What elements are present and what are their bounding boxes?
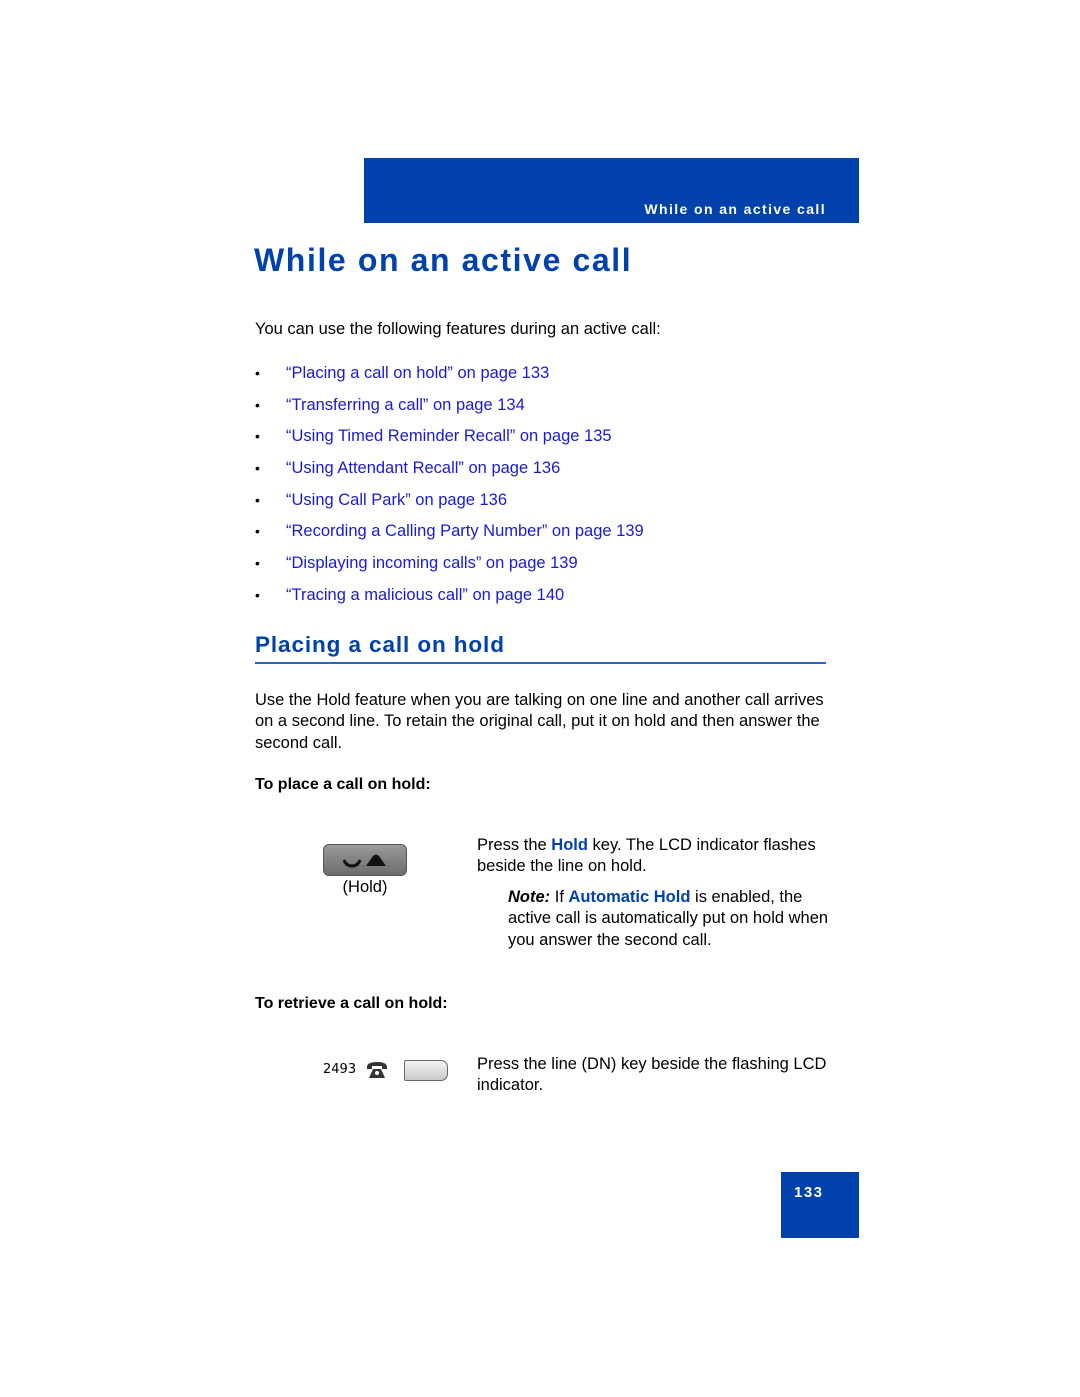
telephone-icon — [366, 1060, 388, 1085]
retrieve-hold-step: Press the line (DN) key beside the flash… — [477, 1055, 827, 1095]
list-item: • “Using Call Park” on page 136 — [255, 489, 644, 521]
list-item: • “Using Attendant Recall” on page 136 — [255, 457, 644, 489]
link-placing-call-on-hold[interactable]: “Placing a call on hold” on page 133 — [286, 362, 549, 394]
list-item: • “Placing a call on hold” on page 133 — [255, 362, 644, 394]
line-dn-key-icon — [404, 1060, 448, 1081]
bullet-icon: • — [255, 523, 260, 540]
place-hold-heading: To place a call on hold: — [255, 776, 431, 793]
bullet-icon: • — [255, 586, 260, 603]
bullet-icon: • — [255, 460, 260, 477]
list-item: • “Recording a Calling Party Number” on p… — [255, 520, 644, 552]
list-item: • “Displaying incoming calls” on page 139 — [255, 552, 644, 584]
list-item: • “Using Timed Reminder Recall” on page 1… — [255, 425, 644, 457]
list-item: • “Transferring a call” on page 134 — [255, 394, 644, 426]
place-hold-step: Press the Hold key. The LCD indicator fl… — [477, 836, 816, 876]
link-displaying-incoming-calls[interactable]: “Displaying incoming calls” on page 139 — [286, 552, 578, 584]
note-label: Note: — [508, 888, 551, 906]
dn-number: 2493 — [323, 1062, 357, 1077]
bullet-icon: • — [255, 491, 260, 508]
page-title: While on an active call — [254, 242, 633, 278]
list-item: • “Tracing a malicious call” on page 140 — [255, 584, 644, 616]
running-title: While on an active call — [644, 201, 826, 217]
header-band: While on an active call — [364, 158, 859, 223]
hold-key-caption: (Hold) — [342, 878, 388, 896]
bullet-icon: • — [255, 396, 260, 413]
retrieve-hold-heading: To retrieve a call on hold: — [255, 995, 448, 1012]
link-recording-calling-party-number[interactable]: “Recording a Calling Party Number” on pa… — [286, 520, 644, 552]
page-number-box: 133 — [781, 1172, 859, 1238]
hold-key-icon — [323, 844, 407, 876]
feature-link-list: • “Placing a call on hold” on page 133 • “… — [255, 362, 644, 616]
hold-key-name: Hold — [551, 836, 588, 854]
page-number: 133 — [794, 1184, 824, 1201]
section-title: Placing a call on hold — [255, 632, 505, 657]
bullet-icon: • — [255, 365, 260, 381]
automatic-hold-note: Note: If Automatic Hold is enabled, the … — [508, 888, 829, 949]
automatic-hold-feature: Automatic Hold — [568, 888, 691, 906]
intro-text: You can use the following features durin… — [255, 320, 661, 338]
link-tracing-malicious-call[interactable]: “Tracing a malicious call” on page 140 — [286, 584, 564, 616]
section-paragraph: Use the Hold feature when you are talkin… — [255, 691, 824, 752]
link-call-park[interactable]: “Using Call Park” on page 136 — [286, 489, 507, 521]
link-attendant-recall[interactable]: “Using Attendant Recall” on page 136 — [286, 457, 560, 489]
hold-key-figure: (Hold) — [323, 844, 407, 897]
link-timed-reminder-recall[interactable]: “Using Timed Reminder Recall” on page 13… — [286, 425, 612, 457]
bullet-icon: • — [255, 428, 260, 445]
bullet-icon: • — [255, 555, 260, 572]
link-transferring-call[interactable]: “Transferring a call” on page 134 — [286, 394, 525, 426]
section-divider — [255, 662, 826, 664]
